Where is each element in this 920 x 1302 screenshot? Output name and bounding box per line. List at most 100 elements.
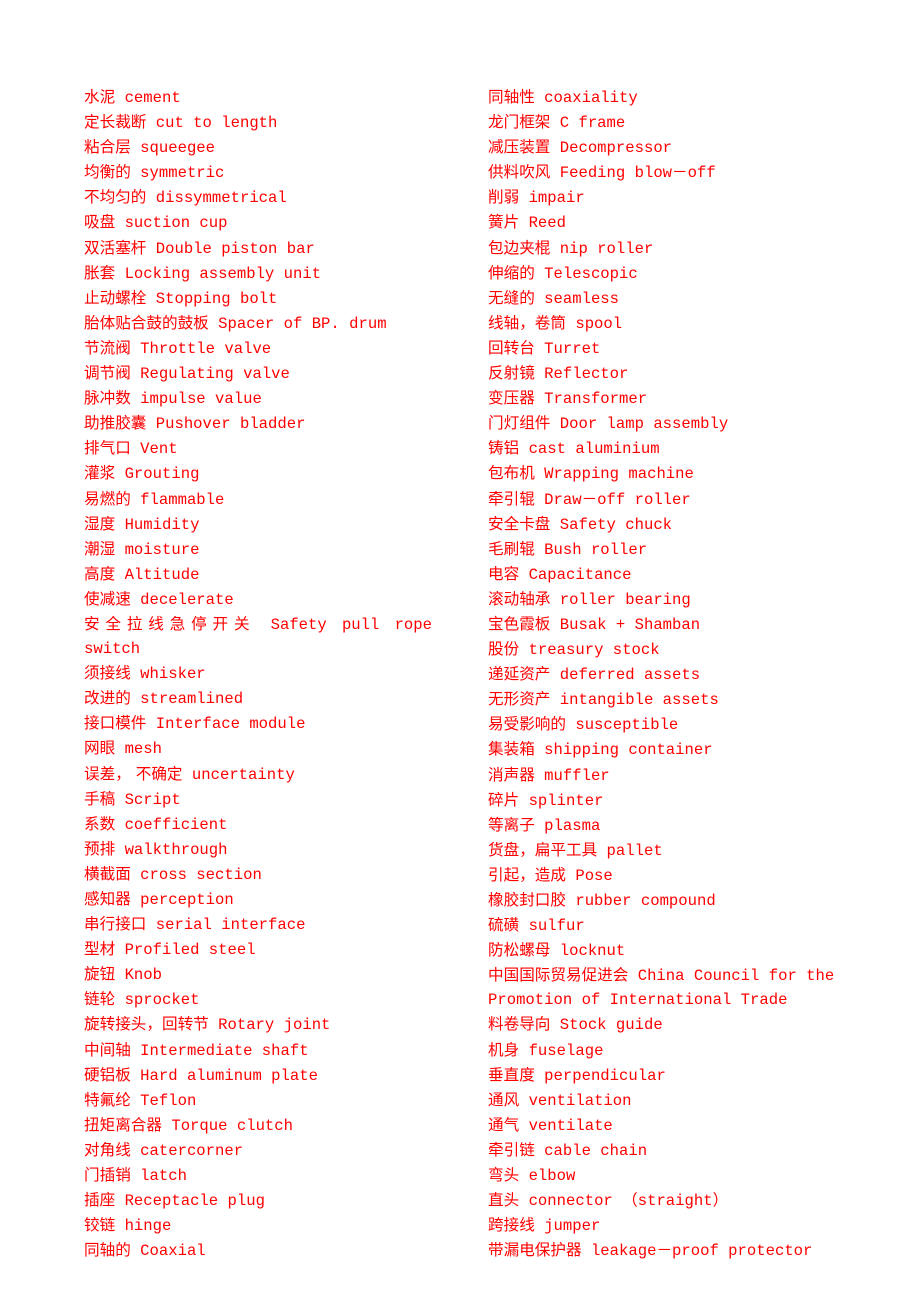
term-english: C frame [559,114,626,133]
glossary-entry: 带漏电保护器 leakage－proof protector [488,1238,836,1263]
glossary-entry: 使减速 decelerate [84,587,432,612]
glossary-entry: 牵引辊 Draw－off roller [488,487,836,512]
term-english: Telescopic [544,264,638,283]
term-english: sprocket [124,991,200,1010]
term-english: Reed [528,214,566,233]
term-chinese: 易燃的 [84,489,131,508]
glossary-entry: 供料吹风 Feeding blow－off [488,160,836,185]
glossary-entry: 货盘，扁平工具 pallet [488,838,836,863]
term-chinese: 误差， 不确定 [84,764,183,783]
term-english: Locking assembly unit [124,264,322,283]
term-chinese: 电容 [488,564,520,583]
term-chinese: 跨接线 [488,1216,535,1235]
term-english: Reflector [544,365,629,384]
glossary-entry: 系数 coefficient [84,812,432,837]
glossary-entry: 中间轴 Intermediate shaft [84,1038,432,1063]
term-chinese: 扭矩离合器 [84,1115,162,1134]
glossary-entry: 线轴，卷筒 spool [488,311,836,336]
glossary-entry: 对角线 catercorner [84,1138,432,1163]
glossary-entry: 手稿 Script [84,787,432,812]
term-english: jumper [544,1217,601,1236]
term-chinese: 高度 [84,564,116,583]
term-english: treasury stock [528,641,660,660]
glossary-entry: 削弱 impair [488,185,836,210]
term-english: walkthrough [124,840,228,859]
term-english: Torque clutch [171,1116,293,1135]
term-chinese: 调节阀 [84,364,131,383]
glossary-entry: 铸铝 cast aluminium [488,436,836,461]
term-english: nip roller [559,239,654,258]
glossary-entry: 误差， 不确定 uncertainty [84,762,432,787]
term-chinese: 使减速 [84,589,131,608]
term-chinese: 定长裁断 [84,113,147,132]
glossary-entry: 网眼 mesh [84,736,432,761]
term-english: spool [575,314,623,333]
term-chinese: 铰链 [84,1216,116,1235]
glossary-entry: 龙门框架 C frame [488,110,836,135]
glossary-entry: 吸盘 suction cup [84,210,432,235]
glossary-entry: 特氟纶 Teflon [84,1088,432,1113]
term-english: impair [528,189,585,208]
term-english: elbow [528,1167,576,1186]
term-chinese: 链轮 [84,990,116,1009]
glossary-entry: 牵引链 cable chain [488,1138,836,1163]
term-chinese: 硬铝板 [84,1065,131,1084]
term-chinese: 变压器 [488,389,535,408]
term-chinese: 中间轴 [84,1040,131,1059]
term-english: flammable [140,490,225,509]
term-english: dissymmetrical [155,189,287,208]
term-chinese: 易受影响的 [488,715,566,734]
term-chinese: 对角线 [84,1140,131,1159]
glossary-entry: 湿度 Humidity [84,512,432,537]
glossary-entry: 胎体贴合鼓的鼓板 Spacer of BP. drum [84,311,432,336]
glossary-entry: 止动螺栓 Stopping bolt [84,286,432,311]
glossary-entry: 高度 Altitude [84,562,432,587]
glossary-entry: 链轮 sprocket [84,987,432,1012]
term-chinese: 防松螺母 [488,941,551,960]
term-english: Capacitance [528,565,632,584]
term-english: seamless [544,289,620,308]
term-chinese: 牵引辊 [488,489,535,508]
glossary-entry: 减压装置 Decompressor [488,135,836,160]
term-english: shipping container [544,741,713,760]
glossary-entry: 包布机 Wrapping machine [488,461,836,486]
glossary-entry: 接口模件 Interface module [84,711,432,736]
glossary-entry: 定长裁断 cut to length [84,110,432,135]
term-chinese: 铸铝 [488,439,520,458]
term-chinese: 通风 [488,1090,520,1109]
term-chinese: 垂直度 [488,1065,535,1084]
glossary-entry: 双活塞杆 Double piston bar [84,236,432,261]
term-english: Coaxial [140,1242,206,1261]
term-english: coefficient [124,815,228,834]
term-english: Transformer [544,390,648,409]
term-chinese: 排气口 [84,439,131,458]
term-english: perception [140,891,234,909]
glossary-entry: 横截面 cross section [84,862,432,887]
glossary-entry: 垂直度 perpendicular [488,1063,836,1088]
term-english: cut to length [155,114,278,133]
term-chinese: 同轴的 [84,1241,131,1260]
term-chinese: 节流阀 [84,338,131,357]
term-chinese: 引起，造成 [488,865,566,884]
glossary-entry: 须接线 whisker [84,661,432,686]
term-chinese: 粘合层 [84,138,131,157]
term-chinese: 消声器 [488,765,535,784]
term-english: Interface module [155,715,306,734]
term-english: Rotary joint [218,1016,331,1035]
glossary-entry: 通气 ventilate [488,1113,836,1138]
glossary-entry: 毛刷辊 Bush roller [488,537,836,562]
glossary-entry: 宝色霞板 Busak + Shamban [488,612,836,637]
term-chinese: 货盘，扁平工具 [488,840,598,859]
term-chinese: 改进的 [84,689,131,708]
term-english: pallet [606,841,663,860]
term-chinese: 网眼 [84,739,116,758]
glossary-entry: 旋钮 Knob [84,962,432,987]
glossary-entry: 易燃的 flammable [84,487,432,512]
term-english: streamlined [140,690,244,709]
term-english: perpendicular [544,1066,666,1085]
glossary-entry: 胀套 Locking assembly unit [84,261,432,286]
term-chinese: 簧片 [488,213,520,232]
glossary-entry: 中国国际贸易促进会 China Council for the Promotio… [488,963,836,1012]
glossary-entry: 安全卡盘 Safety chuck [488,512,836,537]
term-chinese: 等离子 [488,815,535,834]
